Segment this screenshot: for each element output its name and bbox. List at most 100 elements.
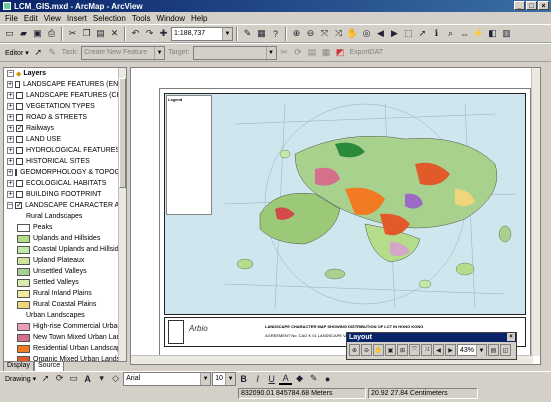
- map-legend[interactable]: Legend: [166, 95, 212, 215]
- menu-selection[interactable]: Selection: [90, 14, 129, 23]
- measure-icon[interactable]: ⇔: [458, 27, 471, 40]
- toc-layer-row[interactable]: + BUILDING FOOTPRINT: [4, 189, 126, 200]
- expand-icon[interactable]: +: [7, 125, 14, 132]
- legend-item[interactable]: Unsettled Valleys: [4, 266, 126, 277]
- sketch-tool-icon[interactable]: ✎: [46, 46, 59, 59]
- menu-edit[interactable]: Edit: [21, 14, 41, 23]
- expand-icon[interactable]: +: [7, 158, 14, 165]
- add-data-icon[interactable]: ✚: [157, 27, 170, 40]
- split-icon[interactable]: ✂: [278, 46, 291, 59]
- expand-icon[interactable]: +: [7, 169, 14, 176]
- editor-toolbar-icon[interactable]: ✎: [241, 27, 254, 40]
- expand-icon[interactable]: +: [7, 92, 14, 99]
- rotate-icon[interactable]: ⟳: [53, 372, 66, 385]
- paste-icon[interactable]: ▤: [94, 27, 107, 40]
- toc-scrollbar[interactable]: [118, 68, 126, 361]
- arctoolbox-icon[interactable]: ▦: [255, 27, 268, 40]
- expand-icon[interactable]: +: [7, 136, 14, 143]
- layout-view-icon[interactable]: ▥: [500, 27, 513, 40]
- bold-button[interactable]: B: [237, 372, 250, 385]
- expand-icon[interactable]: +: [7, 191, 14, 198]
- edit-vertices-icon[interactable]: ◇: [109, 372, 122, 385]
- zoom-in-icon[interactable]: ⊕: [349, 344, 360, 356]
- expand-icon[interactable]: −: [7, 202, 14, 209]
- menu-insert[interactable]: Insert: [64, 14, 90, 23]
- zoom-out-icon[interactable]: ⊖: [361, 344, 372, 356]
- back-extent-icon[interactable]: ◀: [433, 344, 444, 356]
- editor-menu[interactable]: Editor ▾: [3, 49, 31, 57]
- fixed-zoom-out-icon[interactable]: ⤨: [421, 344, 432, 356]
- chevron-down-icon[interactable]: ▼: [200, 372, 211, 385]
- toc-layer-row[interactable]: + LANDSCAPE FEATURES (ENG): [4, 79, 126, 90]
- toc-layer-row[interactable]: + ECOLOGICAL HABITATS: [4, 178, 126, 189]
- undo-icon[interactable]: ↶: [129, 27, 142, 40]
- scale-combo[interactable]: 1:188,737 ▼: [171, 26, 233, 41]
- toc-layer-row[interactable]: + GEOMORPHOLOGY & TOPOGRA: [4, 167, 126, 178]
- menu-file[interactable]: File: [2, 14, 21, 23]
- redo-icon[interactable]: ↷: [143, 27, 156, 40]
- minimize-button[interactable]: _: [514, 1, 525, 10]
- pan-icon[interactable]: ✋: [346, 27, 359, 40]
- fill-color-icon[interactable]: ◆: [293, 372, 306, 385]
- fixed-zoom-in-icon[interactable]: ⤧: [318, 27, 331, 40]
- chevron-down-icon[interactable]: ▼: [154, 46, 165, 59]
- save-icon[interactable]: ▣: [31, 27, 44, 40]
- close-icon[interactable]: ×: [507, 333, 515, 341]
- toc-layer-row[interactable]: + HYDROLOGICAL FEATURES: [4, 145, 126, 156]
- print-icon[interactable]: ⎙: [45, 27, 58, 40]
- delete-icon[interactable]: ✕: [108, 27, 121, 40]
- zoom-whole-page-icon[interactable]: ▣: [385, 344, 396, 356]
- layer-checkbox[interactable]: [16, 92, 23, 99]
- toc-layer-row[interactable]: − ✓ LANDSCAPE CHARACTER AREA: [4, 200, 126, 211]
- expand-icon[interactable]: +: [7, 81, 14, 88]
- layer-checkbox[interactable]: [16, 136, 23, 143]
- collapse-icon[interactable]: −: [7, 70, 14, 77]
- layer-checkbox[interactable]: [15, 169, 18, 176]
- close-button[interactable]: ×: [538, 1, 549, 10]
- expand-icon[interactable]: +: [7, 114, 14, 121]
- select-features-icon[interactable]: ⬚: [402, 27, 415, 40]
- open-folder-icon[interactable]: ▰: [17, 27, 30, 40]
- fixed-zoom-out-icon[interactable]: ⤨: [332, 27, 345, 40]
- toc-root[interactable]: − ◆ Layers: [4, 68, 126, 79]
- layer-checkbox[interactable]: [16, 103, 23, 110]
- legend-item[interactable]: Residential Urban Landscape: [4, 343, 126, 354]
- menu-tools[interactable]: Tools: [129, 14, 154, 23]
- chevron-down-icon[interactable]: ▼: [225, 372, 236, 385]
- select-elements-icon[interactable]: ➚: [416, 27, 429, 40]
- line-color-icon[interactable]: ✎: [307, 372, 320, 385]
- layer-checkbox[interactable]: ✓: [16, 125, 23, 132]
- attributes-icon[interactable]: ▤: [306, 46, 319, 59]
- legend-item[interactable]: New Town Mixed Urban Lanc: [4, 332, 126, 343]
- callout-icon[interactable]: ▾: [95, 372, 108, 385]
- rotate-icon[interactable]: ⟳: [292, 46, 305, 59]
- legend-item[interactable]: Organic Mixed Urban Landsc: [4, 354, 126, 361]
- copy-icon[interactable]: ❐: [80, 27, 93, 40]
- expand-icon[interactable]: +: [7, 103, 14, 110]
- menu-view[interactable]: View: [41, 14, 64, 23]
- marker-color-icon[interactable]: ●: [321, 372, 334, 385]
- zoom-out-icon[interactable]: ⊖: [304, 27, 317, 40]
- forward-extent-icon[interactable]: ▶: [388, 27, 401, 40]
- layer-checkbox[interactable]: [15, 81, 21, 88]
- export-dat-label[interactable]: ExportDAT: [348, 49, 386, 56]
- maximize-button[interactable]: □: [526, 1, 537, 10]
- legend-item[interactable]: Upland Plateaux: [4, 255, 126, 266]
- layer-checkbox[interactable]: [16, 147, 23, 154]
- rectangle-icon[interactable]: ▭: [67, 372, 80, 385]
- font-color-icon[interactable]: A: [279, 372, 293, 385]
- layer-checkbox[interactable]: [16, 114, 23, 121]
- toc-layer-row[interactable]: + HISTORICAL SITES: [4, 156, 126, 167]
- identify-icon[interactable]: ℹ: [430, 27, 443, 40]
- layer-checkbox[interactable]: [16, 191, 23, 198]
- map-frame[interactable]: Legend: [164, 93, 526, 315]
- text-tool-icon[interactable]: A: [81, 372, 94, 385]
- swipe-icon[interactable]: ◧: [486, 27, 499, 40]
- task-combo[interactable]: Create New Feature ▼: [81, 45, 166, 60]
- export-icon[interactable]: ◩: [334, 46, 347, 59]
- layer-checkbox[interactable]: [16, 180, 23, 187]
- legend-item[interactable]: Settled Valleys: [4, 277, 126, 288]
- font-combo[interactable]: Arial ▼: [123, 371, 212, 386]
- toggle-draft-icon[interactable]: ▤: [488, 344, 499, 356]
- whats-this-icon[interactable]: ?: [269, 27, 282, 40]
